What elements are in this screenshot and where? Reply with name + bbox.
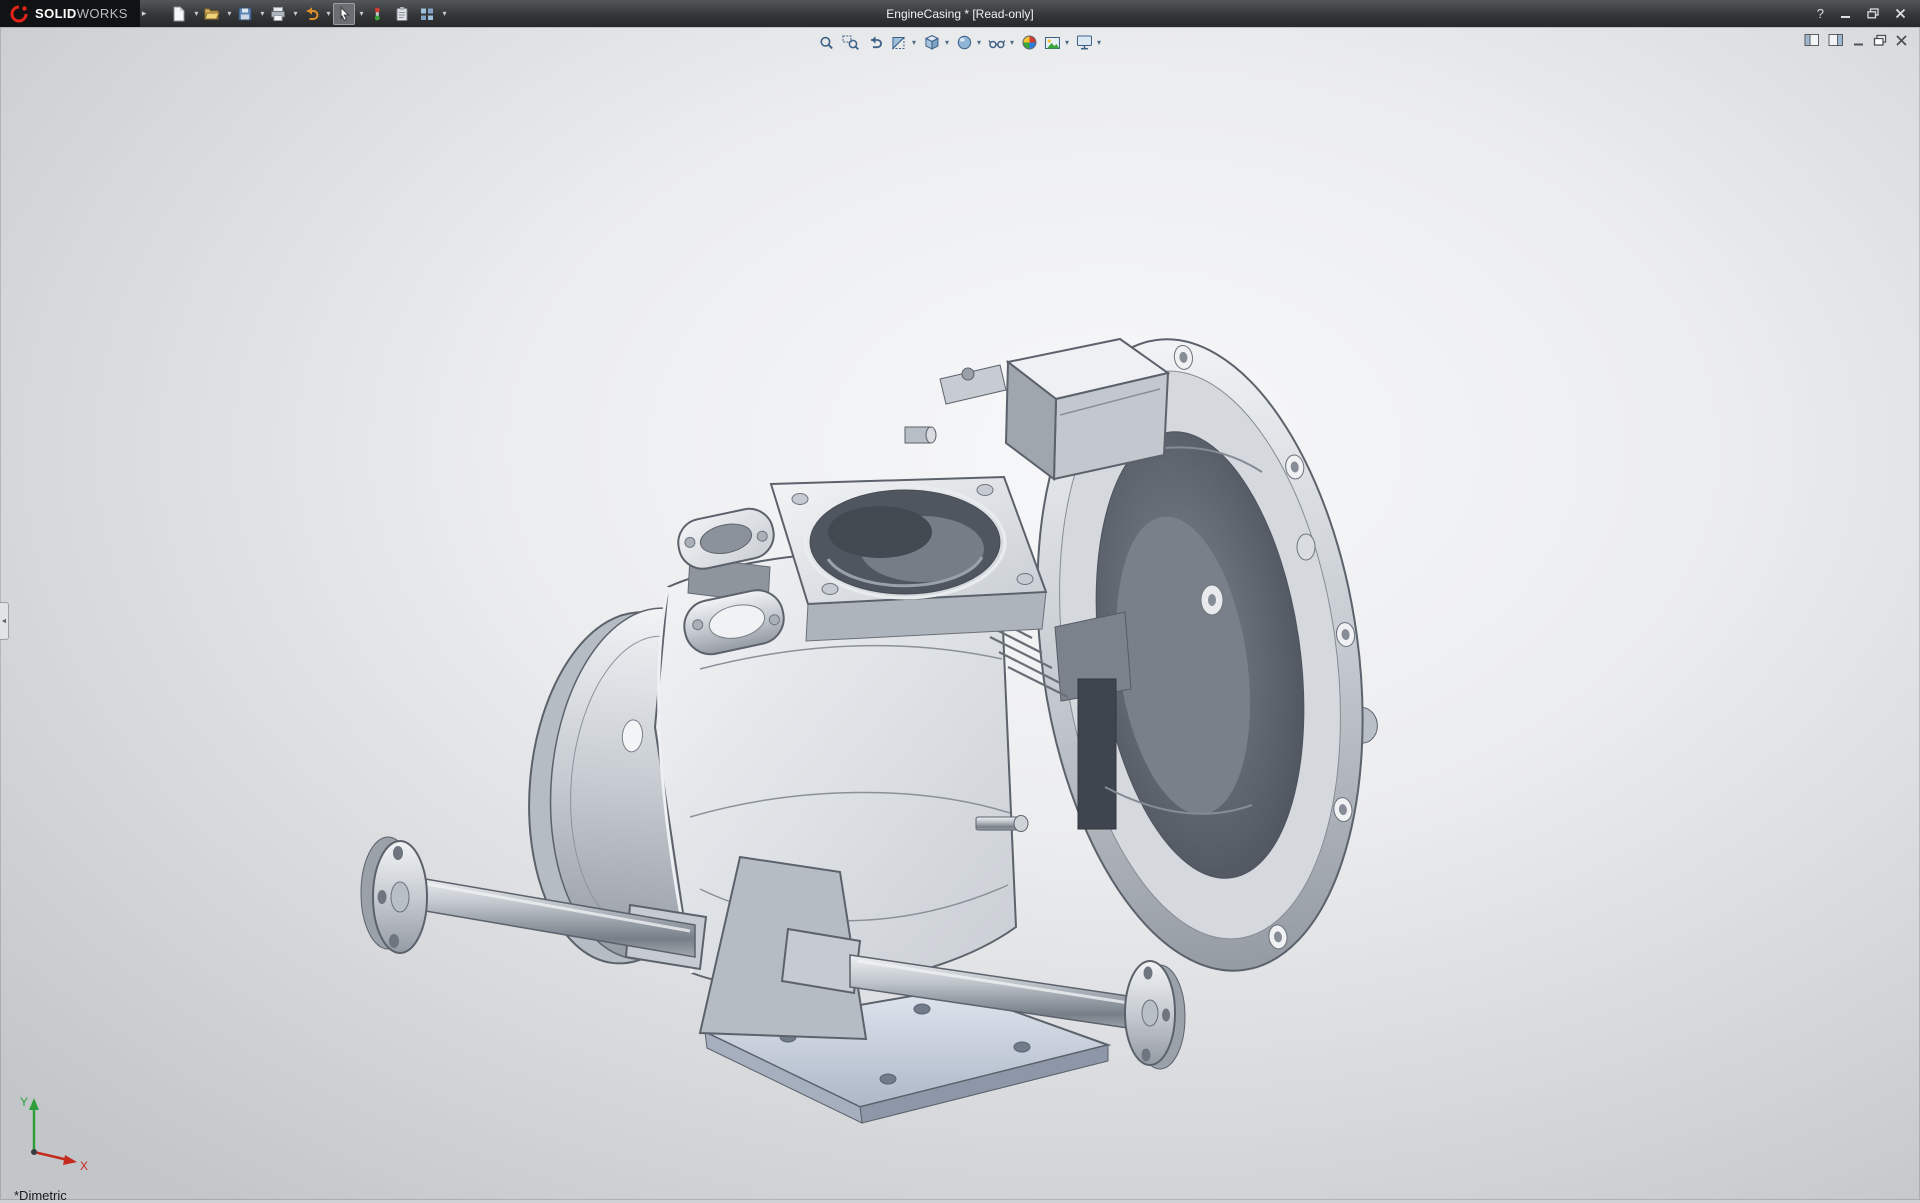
triad-y-label: Y — [20, 1095, 28, 1109]
titlebar: SOLIDWORKS ▸ ▾ ▾ ▾ — [0, 0, 1920, 27]
print-caret-icon[interactable]: ▾ — [293, 10, 297, 18]
engine-casing-model[interactable] — [0, 27, 1920, 1200]
selection-filter-icon — [369, 6, 385, 22]
restore-icon — [1867, 8, 1879, 19]
file-properties-icon — [394, 6, 410, 22]
close-button[interactable] — [1895, 8, 1906, 19]
cylinder-bore-platform[interactable] — [771, 477, 1046, 641]
open-button[interactable] — [201, 3, 223, 25]
select-cursor-icon — [336, 6, 352, 22]
undo-icon — [303, 6, 319, 22]
top-cover-bracket[interactable] — [905, 339, 1168, 479]
new-caret-icon[interactable]: ▾ — [194, 10, 198, 18]
quick-toolbar: ▾ ▾ ▾ ▾ ▾ — [168, 3, 446, 25]
help-button[interactable]: ? — [1817, 7, 1824, 20]
restore-button[interactable] — [1867, 8, 1879, 19]
open-caret-icon[interactable]: ▾ — [227, 10, 231, 18]
save-button[interactable] — [234, 3, 256, 25]
selection-filter-button[interactable] — [366, 3, 388, 25]
options-caret-icon[interactable]: ▾ — [442, 10, 446, 18]
print-button[interactable] — [267, 3, 289, 25]
file-properties-button[interactable] — [391, 3, 413, 25]
coordinate-triad: Y X — [16, 1086, 106, 1176]
graphics-area[interactable]: ▾ ▾ ▾ ▾ — [0, 27, 1920, 1200]
dassault-systemes-icon — [8, 5, 30, 23]
select-button[interactable] — [333, 3, 355, 25]
new-document-button[interactable] — [168, 3, 190, 25]
triad-x-label: X — [80, 1159, 88, 1173]
new-document-icon — [171, 6, 187, 22]
options-button[interactable] — [416, 3, 438, 25]
minimize-button[interactable] — [1840, 8, 1851, 19]
solidworks-logo: SOLIDWORKS — [0, 0, 140, 27]
open-folder-icon — [204, 6, 220, 22]
close-icon — [1895, 8, 1906, 19]
select-caret-icon[interactable]: ▾ — [359, 10, 363, 18]
print-icon — [270, 6, 286, 22]
undo-button[interactable] — [300, 3, 322, 25]
brand-text: SOLIDWORKS — [35, 6, 128, 21]
window-controls: ? — [1817, 7, 1920, 20]
save-caret-icon[interactable]: ▾ — [260, 10, 264, 18]
minimize-icon — [1840, 8, 1851, 19]
side-pin[interactable] — [976, 816, 1028, 832]
menu-expander-icon[interactable]: ▸ — [142, 8, 147, 19]
undo-caret-icon[interactable]: ▾ — [326, 10, 330, 18]
window-title: EngineCasing * [Read-only] — [886, 7, 1033, 21]
view-orientation-label: *Dimetric — [14, 1188, 67, 1203]
options-grid-icon — [419, 6, 435, 22]
save-icon — [237, 6, 253, 22]
